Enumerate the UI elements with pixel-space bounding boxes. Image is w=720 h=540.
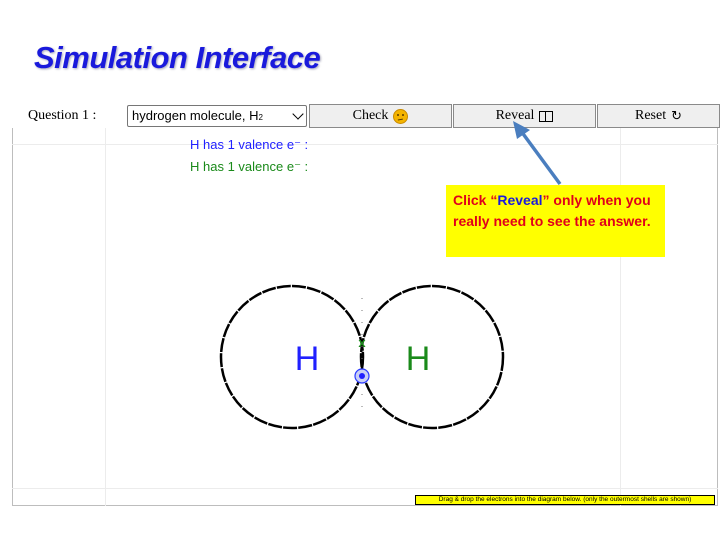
callout-arrow — [519, 129, 562, 186]
left-atom-shell — [219, 284, 365, 430]
drag-instruction: Drag & drop the electrons into the diagr… — [415, 495, 715, 505]
atom-left-symbol: H — [295, 340, 320, 378]
electron-cross-marker[interactable]: x — [358, 335, 366, 350]
atom-right-symbol: H — [406, 340, 431, 378]
lewis-diagram: H H x — [219, 121, 562, 430]
callout-arrow-head — [513, 121, 530, 139]
right-atom-shell — [359, 284, 505, 430]
electron-dot-core — [359, 373, 365, 379]
